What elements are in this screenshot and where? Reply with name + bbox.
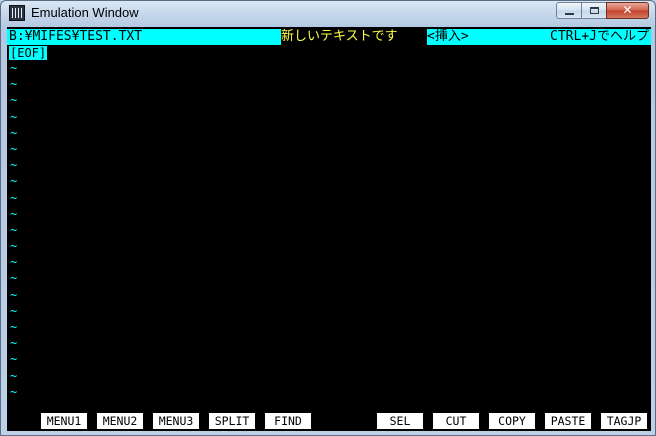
function-key-bar: MENU1 MENU2 MENU3 SPLIT FIND SEL CUT COPY PASTE T… xyxy=(7,413,651,429)
empty-line-tilde: ~ xyxy=(10,287,18,302)
fkey-menu1[interactable]: MENU1 xyxy=(41,413,87,429)
file-path: B:¥MIFES¥TEST.TXT xyxy=(9,29,143,44)
window-title: Emulation Window xyxy=(31,5,139,20)
empty-line-tilde: ~ xyxy=(10,336,18,351)
minimize-icon xyxy=(565,13,574,15)
fkey-menu3[interactable]: MENU3 xyxy=(153,413,199,429)
insert-mode-indicator: <挿入> xyxy=(427,29,469,44)
empty-line-tilde: ~ xyxy=(10,206,18,221)
close-button[interactable]: ✕ xyxy=(606,2,649,19)
empty-line-tilde: ~ xyxy=(10,158,18,173)
fkey-cut[interactable]: CUT xyxy=(433,413,479,429)
fkey-find[interactable]: FIND xyxy=(265,413,311,429)
emulation-window: Emulation Window ✕ B:¥MIFES¥TEST.TXT 新しい… xyxy=(0,0,656,436)
fkey-split[interactable]: SPLIT xyxy=(209,413,255,429)
empty-line-tilde: ~ xyxy=(10,93,18,108)
help-hint: CTRL+Jでヘルプ xyxy=(550,29,649,44)
empty-line-tilde: ~ xyxy=(10,320,18,334)
editor-status-line: B:¥MIFES¥TEST.TXT 新しいテキストです <挿入> CTRL+Jで… xyxy=(7,29,651,45)
empty-line-tilde: ~ xyxy=(10,384,18,399)
empty-line-tilde: ~ xyxy=(10,141,18,156)
caption-buttons: ✕ xyxy=(556,2,649,20)
empty-line-tilde: ~ xyxy=(10,222,18,237)
empty-line-tilde: ~ xyxy=(10,77,18,92)
terminal-screen[interactable]: B:¥MIFES¥TEST.TXT 新しいテキストです <挿入> CTRL+Jで… xyxy=(7,27,651,431)
empty-line-tilde: ~ xyxy=(10,303,18,318)
terminal-app-icon[interactable] xyxy=(9,5,25,21)
empty-line-tilde: ~ xyxy=(10,174,18,189)
empty-line-tilde: ~ xyxy=(10,239,18,254)
fkey-paste[interactable]: PASTE xyxy=(545,413,591,429)
minimize-button[interactable] xyxy=(556,2,582,19)
fkey-sel[interactable]: SEL xyxy=(377,413,423,429)
empty-line-tilde: ~ xyxy=(10,109,18,124)
status-message: 新しいテキストです xyxy=(281,29,427,45)
empty-line-tilde: ~ xyxy=(10,352,18,367)
fkey-copy[interactable]: COPY xyxy=(489,413,535,429)
fkey-tagjp[interactable]: TAGJP xyxy=(601,413,647,429)
empty-line-tilde: ~ xyxy=(10,368,18,383)
empty-line-markers: ~ ~ ~ ~ ~ ~ ~ ~ ~ ~ ~ ~ ~ ~ ~ ~ ~ ~ ~ ~ ~ xyxy=(10,60,22,400)
close-icon: ✕ xyxy=(622,3,633,17)
eof-marker: [EOF] xyxy=(9,46,48,60)
maximize-button[interactable] xyxy=(581,2,607,19)
maximize-icon xyxy=(590,7,599,14)
empty-line-tilde: ~ xyxy=(10,125,18,140)
title-bar[interactable]: Emulation Window ✕ xyxy=(1,1,655,27)
fkey-menu2[interactable]: MENU2 xyxy=(97,413,143,429)
empty-line-tilde: ~ xyxy=(10,61,18,75)
empty-line-tilde: ~ xyxy=(10,255,18,270)
empty-line-tilde: ~ xyxy=(10,190,18,205)
empty-line-tilde: ~ xyxy=(10,271,18,286)
